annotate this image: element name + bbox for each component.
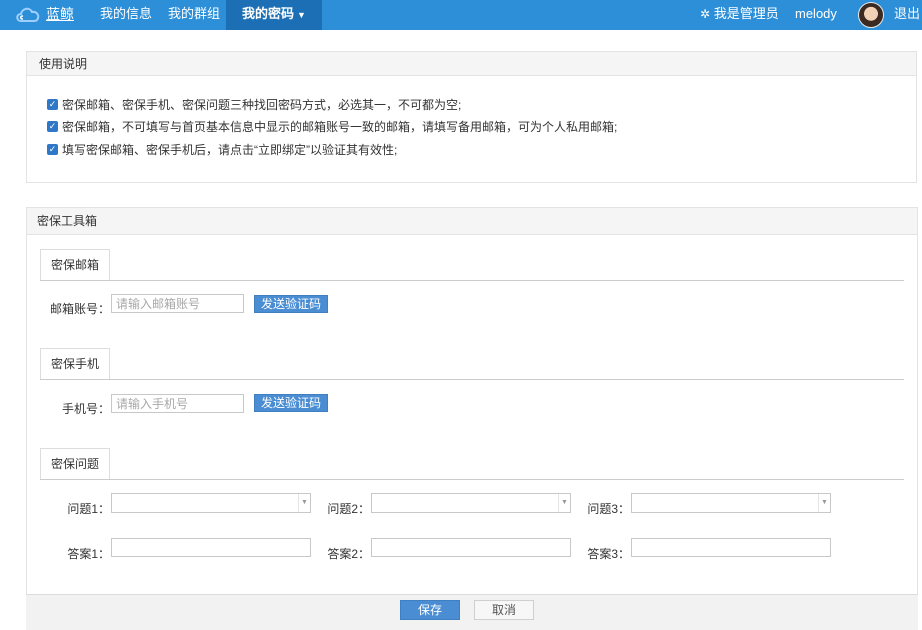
tab-security-questions: 密保问题	[40, 448, 111, 479]
nav-my-password-label: 我的密码	[242, 6, 295, 21]
toolbox-title: 密保工具箱	[27, 208, 917, 235]
avatar[interactable]	[858, 2, 884, 28]
note-item: ✓ 填写密保邮箱、密保手机后，请点击“立即绑定”以验证其有效性;	[47, 141, 397, 158]
username[interactable]: melody	[795, 0, 837, 30]
save-button[interactable]: 保存	[400, 600, 460, 620]
email-label: 邮箱账号：	[49, 302, 110, 316]
phone-input[interactable]	[111, 394, 244, 413]
brand-name[interactable]: 蓝鲸	[46, 4, 74, 24]
instructions-panel: 使用说明 ✓ 密保邮箱、密保手机、密保问题三种找回密码方式，必选其一，不可都为空…	[26, 51, 917, 183]
admin-label: 我是管理员	[713, 6, 779, 21]
note-text: 密保邮箱，不可填写与首页基本信息中显示的邮箱账号一致的邮箱，请填写备用邮箱，可为…	[62, 120, 618, 134]
instructions-title: 使用说明	[27, 52, 916, 76]
answer-2-label: 答案2：	[327, 547, 370, 561]
question-1-label: 问题1：	[67, 502, 110, 516]
cloud-logo-icon	[16, 7, 40, 22]
section-divider	[40, 479, 904, 480]
question-2-select[interactable]: ▼	[371, 493, 571, 513]
logout-link[interactable]: 退出	[894, 0, 920, 30]
admin-link[interactable]: ✲ 我是管理员	[700, 0, 779, 30]
answer-1-input[interactable]	[111, 538, 311, 557]
answer-3-label: 答案3：	[587, 547, 630, 561]
tab-security-email: 密保邮箱	[40, 249, 111, 280]
email-input[interactable]	[111, 294, 244, 313]
phone-label: 手机号：	[61, 402, 110, 416]
answer-3-input[interactable]	[631, 538, 831, 557]
nav-my-password[interactable]: 我的密码 ▼	[226, 0, 322, 30]
answer-2-input[interactable]	[371, 538, 571, 557]
brand-logo[interactable]: 蓝鲸	[14, 4, 74, 24]
question-1-select[interactable]: ▼	[111, 493, 311, 513]
tab-security-phone: 密保手机	[40, 348, 111, 379]
note-item: ✓ 密保邮箱、密保手机、密保问题三种找回密码方式，必选其一，不可都为空;	[47, 96, 461, 113]
gear-icon: ✲	[700, 7, 711, 21]
send-phone-code-button[interactable]: 发送验证码	[254, 394, 329, 412]
cancel-button[interactable]: 取消	[474, 600, 534, 620]
note-text: 密保邮箱、密保手机、密保问题三种找回密码方式，必选其一，不可都为空;	[62, 98, 462, 112]
question-3-label: 问题3：	[587, 502, 630, 516]
answer-1-label: 答案1：	[67, 547, 110, 561]
note-item: ✓ 密保邮箱，不可填写与首页基本信息中显示的邮箱账号一致的邮箱，请填写备用邮箱，…	[47, 118, 617, 135]
checkbox-checked-icon: ✓	[47, 99, 58, 110]
question-2-label: 问题2：	[327, 502, 370, 516]
nav-my-info[interactable]: 我的信息	[100, 0, 152, 30]
form-footer	[26, 594, 918, 630]
question-3-select[interactable]: ▼	[631, 493, 831, 513]
dropdown-arrow-icon: ▼	[818, 494, 830, 512]
nav-my-groups[interactable]: 我的群组	[168, 0, 220, 30]
top-nav-bar: 蓝鲸 我的信息 我的群组 我的密码 ▼ ✲ 我是管理员 melody 退出	[0, 0, 922, 30]
section-divider	[40, 379, 904, 380]
send-email-code-button[interactable]: 发送验证码	[254, 295, 329, 313]
checkbox-checked-icon: ✓	[47, 121, 58, 132]
caret-down-icon: ▼	[297, 10, 306, 20]
section-divider	[40, 280, 904, 281]
checkbox-checked-icon: ✓	[47, 144, 58, 155]
note-text: 填写密保邮箱、密保手机后，请点击“立即绑定”以验证其有效性;	[62, 143, 398, 157]
